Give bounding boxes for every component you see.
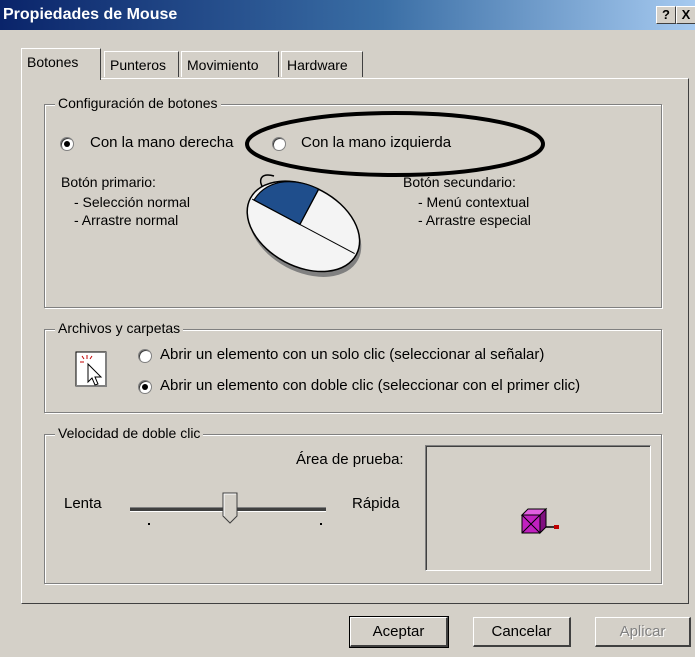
jack-in-the-box-icon — [520, 507, 559, 535]
mouse-icon — [246, 174, 362, 277]
tab-label: Botones — [27, 54, 79, 70]
double-click-label[interactable]: Abrir un elemento con doble clic (selecc… — [160, 377, 580, 394]
button-config-legend: Configuración de botones — [55, 95, 221, 111]
click-cursor-icon — [75, 351, 107, 387]
close-button[interactable]: X — [676, 6, 695, 24]
window-title: Propiedades de Mouse — [3, 6, 178, 23]
help-button[interactable]: ? — [656, 6, 676, 24]
tab-punteros[interactable]: Punteros — [104, 51, 179, 77]
tab-hardware[interactable]: Hardware — [281, 51, 363, 77]
tab-label: Punteros — [110, 57, 167, 73]
tab-movimiento[interactable]: Movimiento — [181, 51, 279, 77]
ok-button[interactable]: Aceptar — [349, 616, 449, 648]
right-hand-label[interactable]: Con la mano derecha — [90, 134, 233, 151]
slow-label: Lenta — [64, 495, 102, 512]
fast-label: Rápida — [352, 495, 400, 512]
tab-botones[interactable]: Botones — [21, 48, 101, 80]
slider-tick — [148, 523, 150, 525]
highlight-ellipse — [245, 111, 545, 177]
single-click-label[interactable]: Abrir un elemento con un solo clic (sele… — [160, 346, 544, 363]
double-click-speed-legend: Velocidad de doble clic — [55, 425, 204, 441]
single-click-radio[interactable] — [138, 349, 152, 363]
slider-tick — [320, 523, 322, 525]
right-hand-radio[interactable] — [60, 137, 74, 151]
tab-label: Hardware — [287, 57, 348, 73]
secondary-item: - Arrastre especial — [418, 212, 531, 228]
primary-item: - Selección normal — [74, 194, 190, 210]
cancel-button[interactable]: Cancelar — [473, 617, 571, 647]
primary-button-title: Botón primario: — [61, 174, 156, 190]
double-click-radio[interactable] — [138, 380, 152, 394]
test-area-label: Área de prueba: — [296, 451, 404, 468]
primary-item: - Arrastre normal — [74, 212, 179, 228]
apply-button[interactable]: Aplicar — [595, 617, 691, 647]
tab-label: Movimiento — [187, 57, 259, 73]
title-bar: Propiedades de Mouse ? X — [0, 0, 695, 30]
speed-slider-thumb[interactable] — [222, 492, 238, 524]
files-folders-legend: Archivos y carpetas — [55, 320, 184, 336]
files-folders-group: Archivos y carpetas — [44, 320, 662, 413]
secondary-item: - Menú contextual — [418, 194, 530, 210]
